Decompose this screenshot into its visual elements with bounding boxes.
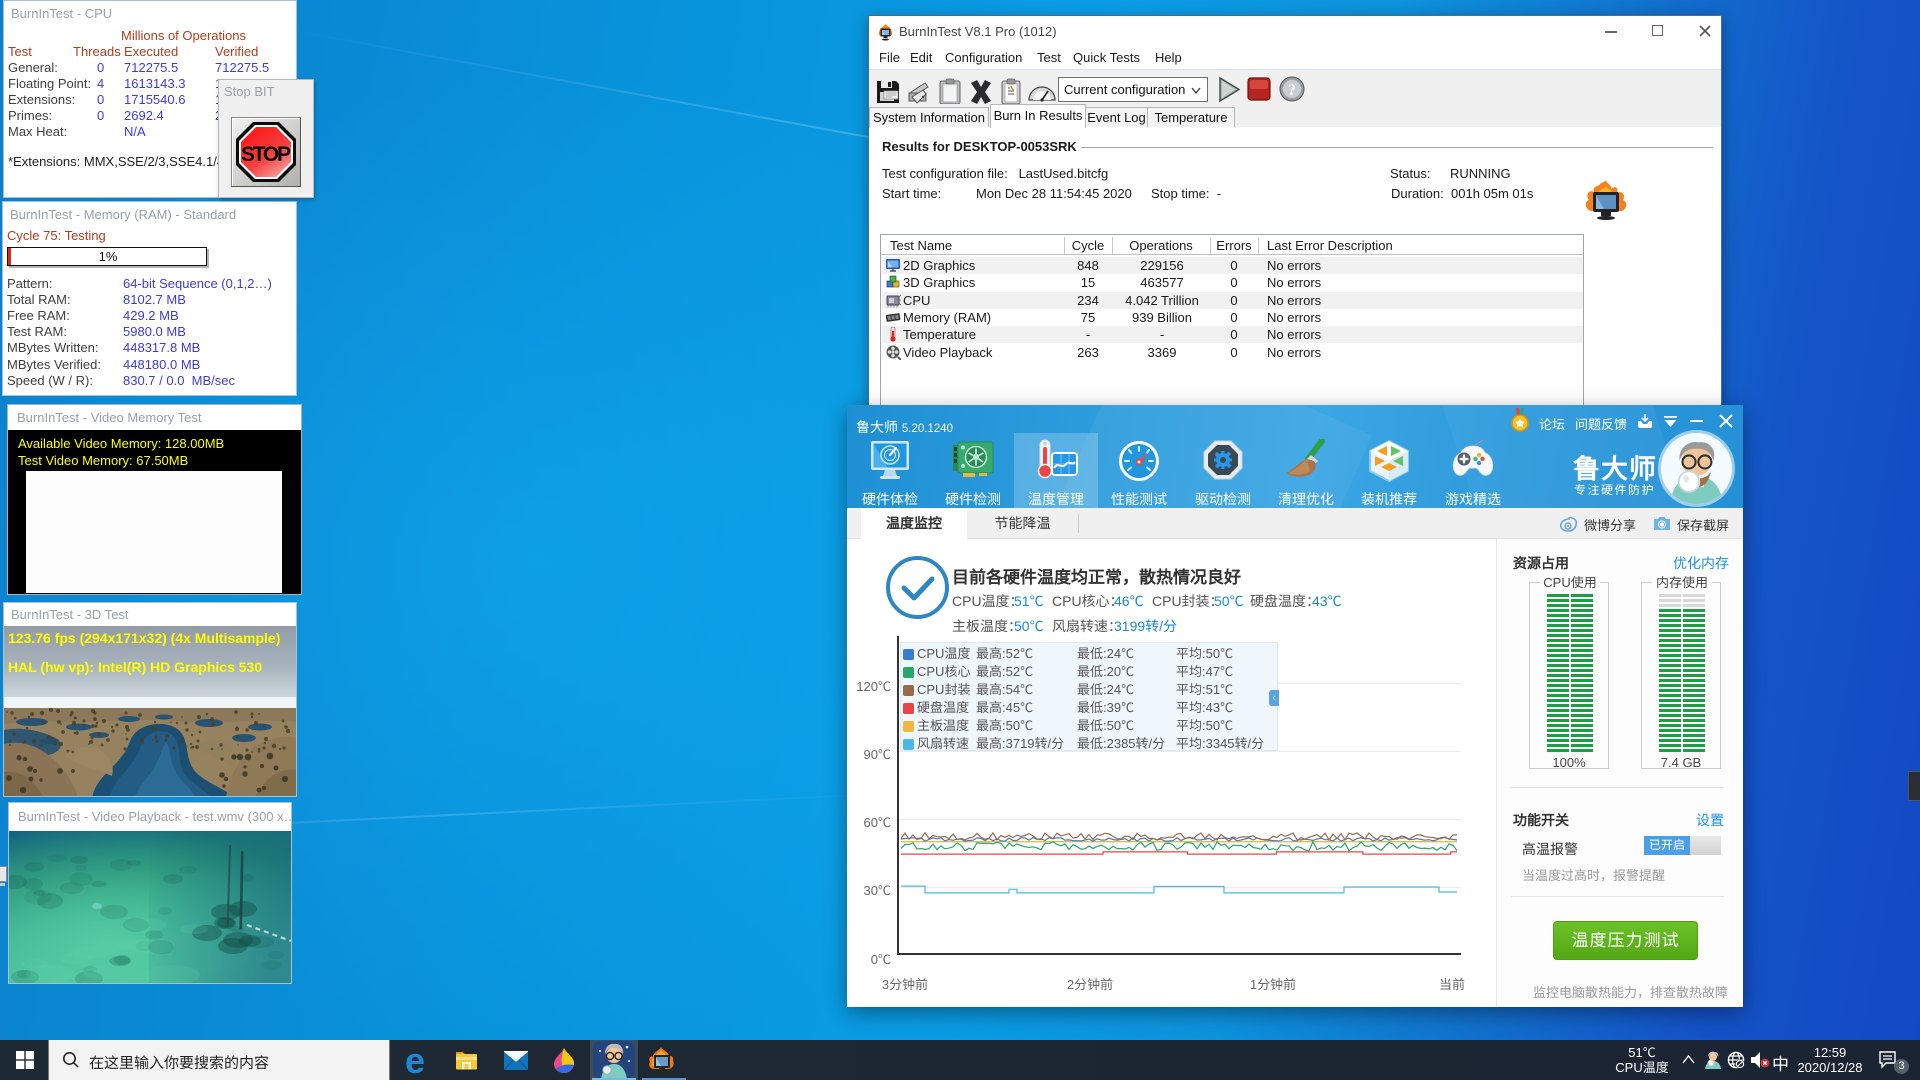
svg-text:?: ?: [1288, 82, 1296, 99]
svg-text:123.76 fps (294x171x32) (4x Mu: 123.76 fps (294x171x32) (4x Multisample): [8, 630, 280, 646]
svg-text:STOP: STOP: [241, 143, 291, 166]
svg-text:HAL (hw vp): Intel(R) HD Graph: HAL (hw vp): Intel(R) HD Graphics 530: [8, 659, 262, 675]
